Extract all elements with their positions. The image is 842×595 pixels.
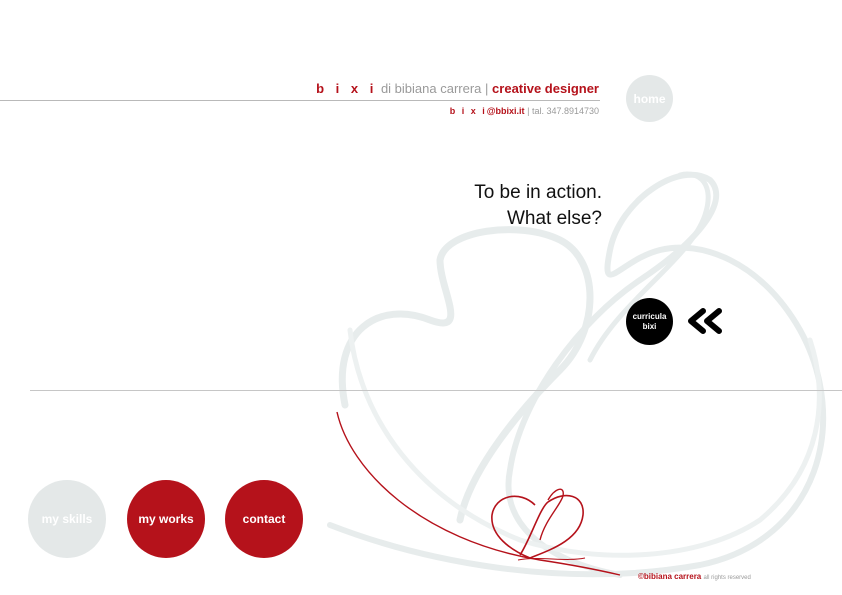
email-link[interactable]: @bbixi.it: [487, 106, 525, 116]
header-separator: |: [485, 81, 489, 96]
sub-brand: b i x i: [449, 106, 487, 116]
role-title: creative designer: [492, 81, 599, 96]
tagline: To be in action. What else?: [474, 180, 602, 232]
curricula-sublabel: bixi: [642, 321, 657, 331]
curricula-label: curricula: [632, 311, 667, 321]
contact-line: b i x i@bbixi.it | tal. 347.8914730: [450, 106, 599, 116]
byline: di bibiana carrera: [380, 81, 482, 96]
phone-number: tal. 347.8914730: [531, 106, 599, 116]
contact-button[interactable]: contact: [225, 480, 303, 558]
footer-copyright: ©bibiana carrera: [638, 572, 702, 581]
double-chevron-left-icon[interactable]: [683, 308, 725, 334]
header-divider: [0, 100, 600, 101]
curricula-button[interactable]: curricula bixi: [626, 298, 673, 345]
footer-rights: all rights reserved: [703, 575, 751, 581]
site-header: b i x i di bibiana carrera | creative de…: [316, 81, 599, 96]
footer: ©bibiana carrera all rights reserved: [638, 572, 751, 581]
home-button[interactable]: home: [626, 75, 673, 122]
content-divider: [30, 390, 842, 391]
tagline-line-2: What else?: [506, 208, 602, 229]
my-skills-button[interactable]: my skills: [28, 480, 106, 558]
brand-name: b i x i: [316, 81, 378, 96]
tagline-line-1: To be in action.: [474, 182, 602, 203]
contact-separator: |: [527, 106, 530, 116]
my-works-button[interactable]: my works: [127, 480, 205, 558]
